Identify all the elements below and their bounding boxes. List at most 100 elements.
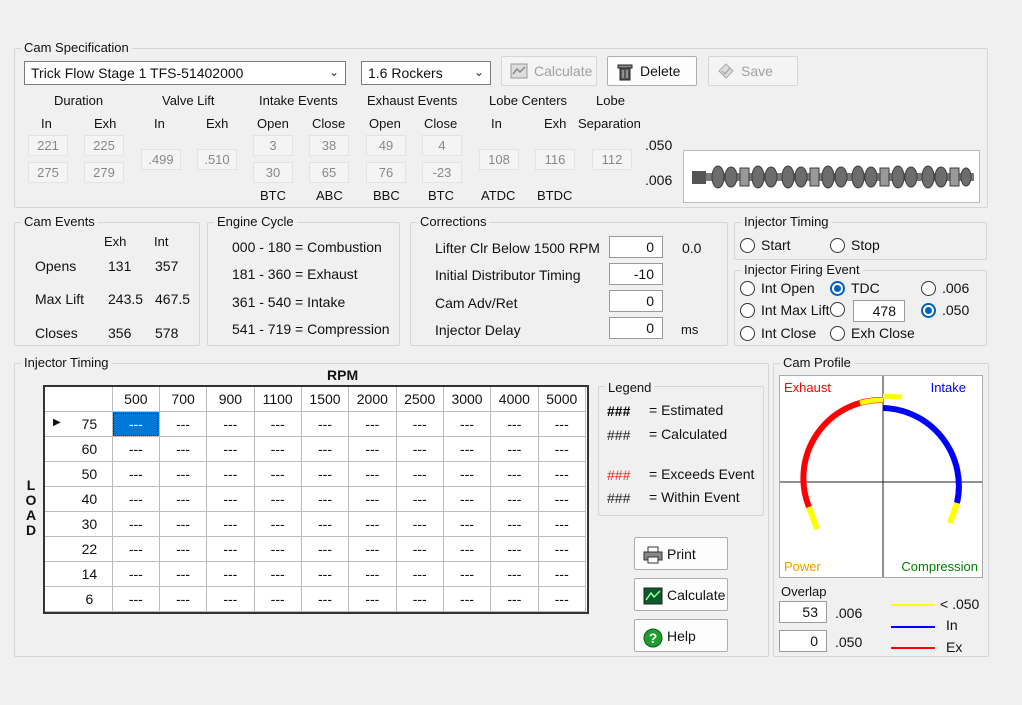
grid-cell[interactable]: --- <box>253 586 302 612</box>
grid-cell[interactable]: --- <box>537 586 587 612</box>
grid-cell[interactable]: --- <box>395 561 444 587</box>
grid-cell[interactable]: --- <box>442 561 492 587</box>
print-button[interactable]: Print <box>634 537 728 570</box>
grid-cell[interactable]: --- <box>442 536 492 562</box>
grid-rpm-header[interactable]: 1500 <box>300 387 350 412</box>
grid-cell[interactable]: --- <box>111 436 160 462</box>
grid-cell[interactable]: --- <box>206 461 255 487</box>
grid-load-header[interactable]: 60 <box>45 436 113 462</box>
grid-cell[interactable]: --- <box>158 436 208 462</box>
grid-cell[interactable]: --- <box>253 536 302 562</box>
grid-cell[interactable]: --- <box>206 561 255 587</box>
grid-cell[interactable]: --- <box>490 436 539 462</box>
grid-cell[interactable]: --- <box>348 511 397 537</box>
grid-rpm-header[interactable]: 900 <box>206 387 255 412</box>
grid-cell[interactable]: --- <box>300 586 350 612</box>
grid-cell[interactable]: --- <box>442 511 492 537</box>
rocker-select[interactable]: 1.6 Rockers ⌄ <box>361 61 491 85</box>
opt-050-radio[interactable]: .050 <box>921 302 969 318</box>
grid-cell[interactable]: --- <box>348 586 397 612</box>
grid-cell[interactable]: --- <box>206 586 255 612</box>
grid-rpm-header[interactable]: 5000 <box>537 387 587 412</box>
grid-cell[interactable]: --- <box>111 586 160 612</box>
int-max-lift-radio-dot[interactable] <box>740 302 755 318</box>
grid-cell[interactable]: --- <box>537 536 587 562</box>
grid-cell[interactable]: --- <box>395 411 444 437</box>
grid-cell[interactable]: --- <box>300 561 350 587</box>
grid-cell[interactable]: --- <box>348 561 397 587</box>
grid-cell[interactable]: --- <box>348 411 397 437</box>
delete-button[interactable]: Delete <box>607 56 697 86</box>
grid-cell[interactable]: --- <box>158 586 208 612</box>
grid-load-header[interactable]: 6 <box>45 586 113 612</box>
grid-cell[interactable]: --- <box>206 511 255 537</box>
start-radio-dot[interactable] <box>740 237 755 253</box>
grid-cell[interactable]: --- <box>300 436 350 462</box>
grid-rpm-header[interactable]: 3000 <box>442 387 492 412</box>
grid-cell[interactable]: --- <box>442 411 492 437</box>
grid-cell[interactable]: --- <box>442 586 492 612</box>
calculate-spec-button[interactable]: Calculate <box>501 56 597 86</box>
grid-cell[interactable]: --- <box>395 586 444 612</box>
grid-cell[interactable]: --- <box>300 511 350 537</box>
save-button[interactable]: Save <box>708 56 798 86</box>
grid-cell[interactable]: --- <box>490 511 539 537</box>
grid-cell[interactable]: --- <box>206 486 255 512</box>
grid-cell[interactable]: --- <box>395 461 444 487</box>
grid-rpm-header[interactable]: 500 <box>111 387 160 412</box>
grid-cell[interactable]: --- <box>490 461 539 487</box>
int-max-lift-radio[interactable]: Int Max Lift <box>740 302 829 318</box>
grid-cell[interactable]: --- <box>158 561 208 587</box>
custom-angle-radio-dot[interactable] <box>830 302 845 317</box>
custom-angle-radio[interactable] <box>830 302 845 317</box>
grid-cell[interactable]: --- <box>442 436 492 462</box>
grid-load-header[interactable]: 50 <box>45 461 113 487</box>
grid-cell[interactable]: --- <box>442 486 492 512</box>
grid-cell[interactable]: --- <box>206 411 255 437</box>
grid-cell[interactable]: --- <box>490 561 539 587</box>
overlap-050-value[interactable]: 0 <box>779 630 827 652</box>
grid-cell[interactable]: --- <box>348 536 397 562</box>
injector-delay-input[interactable]: 0 <box>609 317 663 339</box>
grid-cell[interactable]: --- <box>348 486 397 512</box>
int-open-radio-dot[interactable] <box>740 280 755 296</box>
grid-rpm-header[interactable]: 700 <box>158 387 208 412</box>
grid-cell[interactable]: --- <box>537 411 587 437</box>
int-close-radio-dot[interactable] <box>740 325 755 341</box>
grid-cell[interactable]: --- <box>537 561 587 587</box>
grid-cell[interactable]: --- <box>111 411 160 437</box>
grid-cell[interactable]: --- <box>206 436 255 462</box>
help-button[interactable]: ? Help <box>634 619 728 652</box>
grid-cell[interactable]: --- <box>253 436 302 462</box>
grid-cell[interactable]: --- <box>395 536 444 562</box>
grid-cell[interactable]: --- <box>537 486 587 512</box>
opt-050-radio-dot[interactable] <box>921 302 936 318</box>
grid-cell[interactable]: --- <box>490 586 539 612</box>
grid-cell[interactable]: --- <box>348 436 397 462</box>
stop-radio[interactable]: Stop <box>830 237 880 253</box>
grid-cell[interactable]: --- <box>490 536 539 562</box>
grid-cell[interactable]: --- <box>253 511 302 537</box>
cam-adv-ret-input[interactable]: 0 <box>609 290 663 312</box>
grid-load-header[interactable]: 30 <box>45 511 113 537</box>
grid-cell[interactable]: --- <box>537 511 587 537</box>
grid-cell[interactable]: --- <box>158 486 208 512</box>
grid-cell[interactable]: --- <box>111 536 160 562</box>
grid-load-header[interactable]: 14 <box>45 561 113 587</box>
grid-cell[interactable]: --- <box>300 411 350 437</box>
grid-rpm-header[interactable]: 2500 <box>395 387 444 412</box>
start-radio[interactable]: Start <box>740 237 791 253</box>
grid-load-header[interactable]: ▶ 75 <box>45 411 113 437</box>
grid-rpm-header[interactable]: 1100 <box>253 387 302 412</box>
grid-cell[interactable]: --- <box>111 461 160 487</box>
grid-cell[interactable]: --- <box>490 411 539 437</box>
grid-cell[interactable]: --- <box>490 486 539 512</box>
grid-load-header[interactable]: 40 <box>45 486 113 512</box>
grid-cell[interactable]: --- <box>111 561 160 587</box>
grid-cell[interactable]: --- <box>537 436 587 462</box>
grid-cell[interactable]: --- <box>537 461 587 487</box>
lifter-clearance-input[interactable]: 0 <box>609 236 663 258</box>
grid-cell[interactable]: --- <box>395 511 444 537</box>
int-close-radio[interactable]: Int Close <box>740 325 816 341</box>
overlap-006-value[interactable]: 53 <box>779 601 827 623</box>
